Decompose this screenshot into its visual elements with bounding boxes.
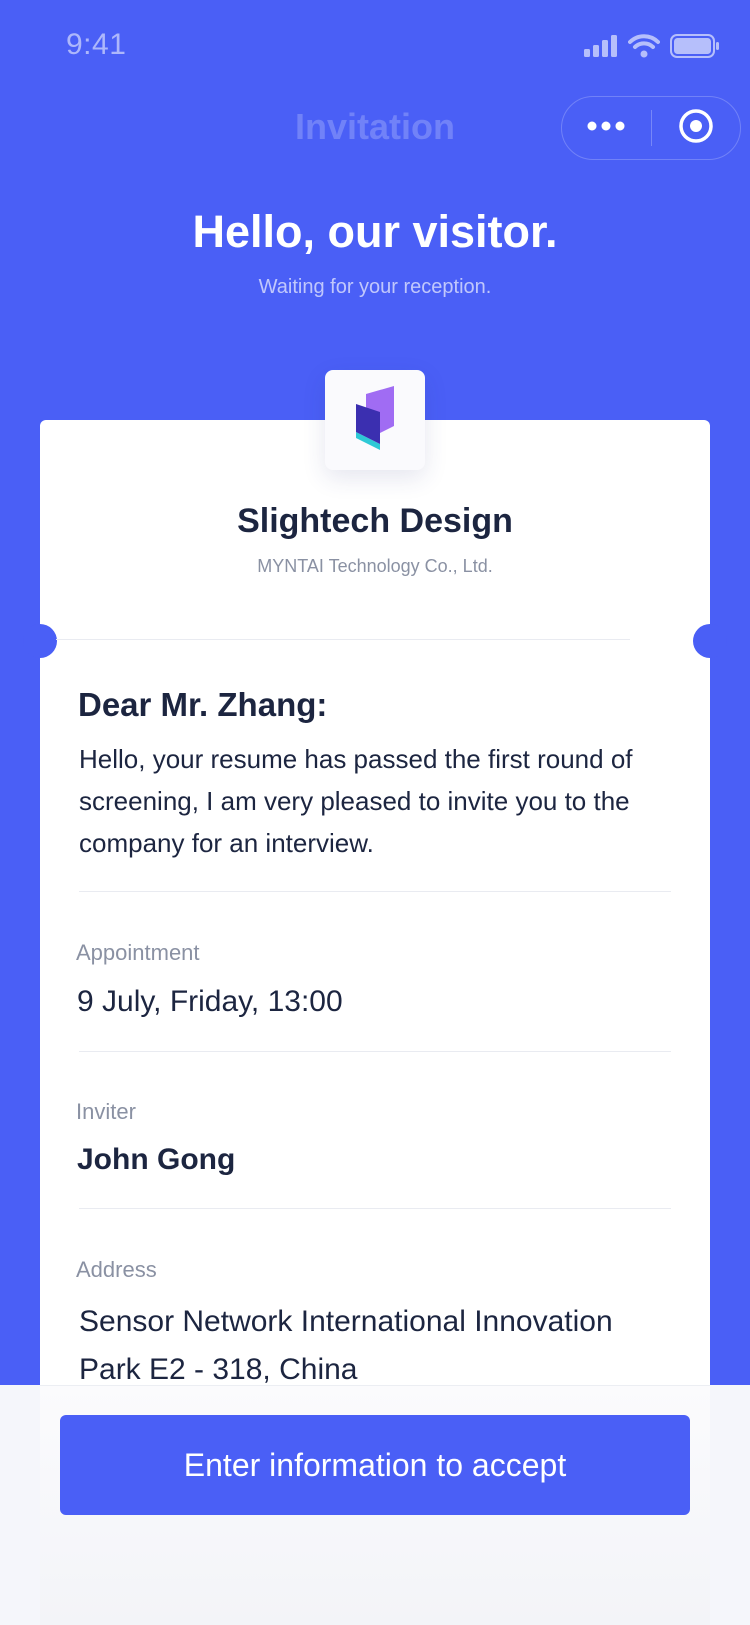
address-value: Sensor Network International Innovation … [79, 1305, 613, 1386]
wifi-icon [628, 34, 660, 58]
divider [79, 1208, 671, 1209]
divider [79, 1051, 671, 1052]
company-name: Slightech Design [237, 502, 513, 540]
letter-body: Hello, your resume has passed the first … [79, 744, 633, 858]
appointment-value: 9 July, Friday, 13:00 [77, 985, 343, 1018]
company-logo [325, 370, 425, 470]
company-logo-icon [352, 385, 398, 455]
signal-icon [584, 35, 618, 57]
greeting-title: Hello, our visitor. [192, 206, 558, 257]
close-target-icon [678, 108, 714, 149]
status-time: 9:41 [66, 28, 127, 61]
status-icons [584, 34, 720, 58]
appointment-label: Appointment [76, 940, 200, 965]
inviter-value: John Gong [77, 1143, 236, 1176]
mini-program-capsule [561, 96, 741, 160]
accept-button[interactable]: Enter information to accept [60, 1415, 690, 1515]
letter-salutation: Dear Mr. Zhang: [78, 686, 328, 723]
company-legal-name: MYNTAI Technology Co., Ltd. [257, 556, 493, 576]
divider [79, 891, 671, 892]
greeting-subtitle: Waiting for your reception. [258, 276, 492, 298]
ticket-notch-left [23, 624, 57, 658]
inviter-label: Inviter [76, 1099, 136, 1124]
battery-icon [670, 34, 720, 58]
more-button[interactable] [562, 97, 651, 159]
address-label: Address [76, 1257, 157, 1282]
more-icon [586, 119, 626, 137]
close-button[interactable] [652, 97, 741, 159]
ticket-divider [56, 639, 630, 640]
ticket-notch-right [693, 624, 727, 658]
